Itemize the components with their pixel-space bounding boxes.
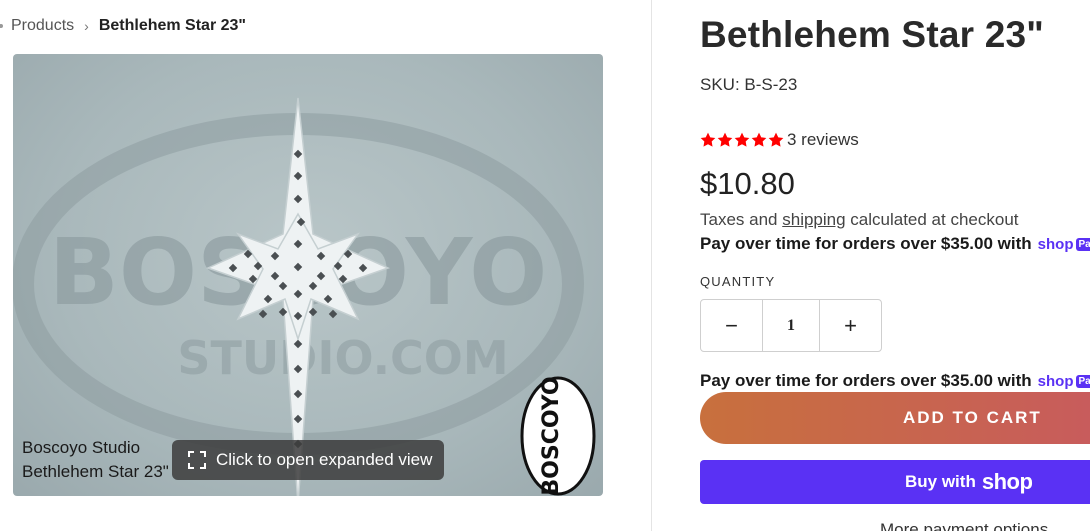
buy-with-shop-button[interactable]: Buy with shop [700,460,1090,504]
star-icon [717,132,733,147]
shop-pay-logo: shopPay [1038,373,1090,390]
product-rating[interactable]: 3 reviews [700,130,859,150]
breadcrumb-dot [0,24,3,28]
shop-logo: shop [981,469,1033,494]
star-icon [734,132,750,147]
expand-icon [188,451,206,469]
expand-view-button[interactable]: Click to open expanded view [172,440,444,480]
product-image[interactable]: BOSCOYO STUDIO.COM BOSCOYO Boscoyo Studi… [13,54,603,496]
shipping-link[interactable]: shipping [782,210,845,229]
installments-banner-bottom: Pay over time for orders over $35.00 wit… [700,371,1090,391]
product-sku: SKU: B-S-23 [700,75,798,94]
star-icon [700,132,716,147]
pay-badge: Pay [1075,374,1090,388]
taxes-prefix: Taxes and [700,210,783,229]
buy-with-label: Buy with [905,472,976,491]
caption-line-1: Boscoyo Studio [22,438,141,457]
chevron-right-icon: › [84,18,89,34]
breadcrumb-current: Bethlehem Star 23" [98,17,247,34]
quantity-label: QUANTITY [700,274,776,289]
installments-text: Pay over time for orders over $35.00 wit… [700,234,1032,253]
column-divider [651,0,652,531]
quantity-stepper: − 1 + [700,299,882,352]
product-title: Bethlehem Star 23" [700,14,1044,55]
taxes-suffix: calculated at checkout [845,210,1019,229]
caption-line-2: Bethlehem Star 23" [22,462,169,481]
quantity-decrease-button[interactable]: − [701,300,762,351]
more-payment-options-link[interactable]: More payment options [880,520,1048,531]
shop-pay-logo: shopPay [1038,236,1090,253]
rating-stars [700,132,784,148]
svg-text:STUDIO.COM: STUDIO.COM [177,331,508,385]
quantity-increase-button[interactable]: + [820,300,881,351]
breadcrumb-products-link[interactable]: Products [11,17,74,35]
svg-text:BOSCOYO: BOSCOYO [539,376,564,495]
add-to-cart-button[interactable]: ADD TO CART [700,392,1090,444]
star-icon [751,132,767,147]
reviews-count[interactable]: 3 reviews [787,130,859,150]
breadcrumb: Products › Bethlehem Star 23" [0,14,246,38]
shop-pay-word: shop [1037,372,1074,390]
installments-text: Pay over time for orders over $35.00 wit… [700,371,1032,390]
installments-banner-top: Pay over time for orders over $35.00 wit… [700,234,1090,254]
shop-pay-word: shop [1037,235,1074,253]
product-photo: BOSCOYO STUDIO.COM BOSCOYO [13,97,596,496]
expand-view-label: Click to open expanded view [216,450,433,469]
taxes-note: Taxes and shipping calculated at checkou… [700,210,1019,230]
pay-badge: Pay [1075,237,1090,251]
image-caption: Boscoyo Studio Bethlehem Star 23" [22,436,169,484]
product-price: $10.80 [700,166,795,201]
quantity-input[interactable]: 1 [762,300,820,351]
star-icon [768,132,784,147]
